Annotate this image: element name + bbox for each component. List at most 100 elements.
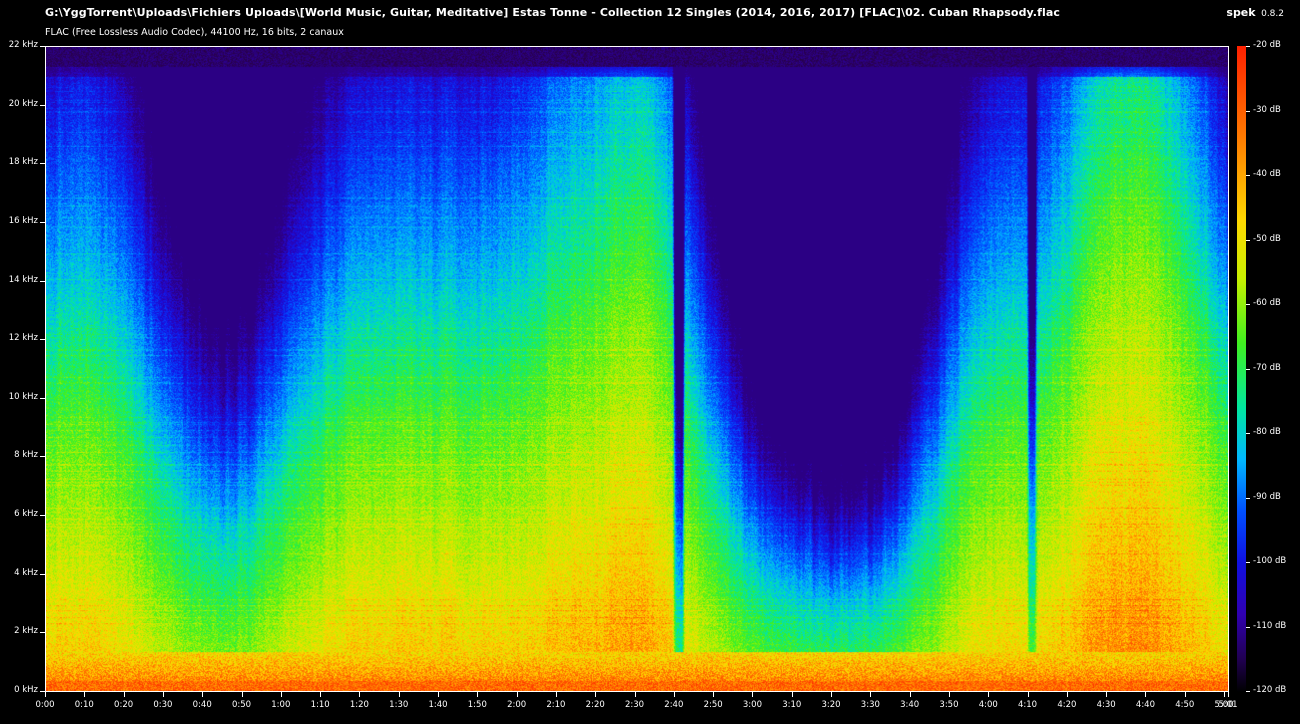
time-tick-label: 3:20 bbox=[821, 700, 841, 710]
time-tick-label: 2:40 bbox=[664, 700, 684, 710]
time-tick-mark bbox=[45, 692, 46, 697]
time-tick-label: 4:50 bbox=[1175, 700, 1195, 710]
time-tick-mark bbox=[555, 692, 557, 697]
db-tick-label: -20 dB bbox=[1253, 40, 1281, 50]
freq-tick-label: 10 kHz bbox=[8, 391, 38, 402]
freq-tick-mark bbox=[40, 221, 45, 223]
time-tick-mark bbox=[1145, 692, 1147, 697]
time-tick-mark bbox=[241, 692, 243, 697]
freq-tick-label: 12 kHz bbox=[8, 333, 38, 344]
time-tick-mark bbox=[516, 692, 518, 697]
time-tick-mark bbox=[1224, 692, 1226, 697]
time-tick-mark bbox=[988, 692, 990, 697]
time-tick-label: 4:40 bbox=[1135, 700, 1155, 710]
spek-window: G:\YggTorrent\Uploads\Fichiers Uploads\[… bbox=[0, 0, 1300, 724]
db-tick-mark bbox=[1246, 562, 1250, 563]
time-tick-label: 2:20 bbox=[585, 700, 605, 710]
freq-tick-label: 2 kHz bbox=[14, 626, 38, 637]
time-tick-label: 3:40 bbox=[900, 700, 920, 710]
time-tick-label: 0:10 bbox=[74, 700, 94, 710]
freq-tick-label: 8 kHz bbox=[14, 450, 38, 461]
db-tick-mark bbox=[1246, 433, 1250, 434]
db-tick-mark bbox=[1246, 110, 1250, 112]
freq-tick-label: 22 kHz bbox=[8, 40, 38, 50]
time-tick-label: 3:30 bbox=[860, 700, 880, 710]
db-tick-mark bbox=[1246, 304, 1250, 305]
time-tick-label: 1:10 bbox=[310, 700, 330, 710]
time-tick-mark bbox=[280, 692, 282, 697]
time-tick-label: 3:00 bbox=[742, 700, 762, 710]
db-tick-mark bbox=[1246, 691, 1250, 692]
time-tick-label: 1:40 bbox=[428, 700, 448, 710]
freq-tick-label: 20 kHz bbox=[8, 98, 38, 109]
file-path-title: G:\YggTorrent\Uploads\Fichiers Uploads\[… bbox=[45, 6, 1060, 19]
freq-tick-mark bbox=[40, 280, 45, 282]
time-tick-mark bbox=[909, 692, 911, 697]
time-tick-mark bbox=[359, 692, 361, 697]
db-tick-label: -50 dB bbox=[1253, 233, 1281, 244]
freq-tick-mark bbox=[40, 632, 45, 634]
time-tick-mark bbox=[162, 692, 164, 697]
db-tick-mark bbox=[1246, 497, 1250, 499]
freq-tick-label: 4 kHz bbox=[14, 567, 38, 578]
db-tick-label: -120 dB bbox=[1253, 685, 1287, 695]
time-tick-mark bbox=[202, 692, 204, 697]
time-tick-label: 0:20 bbox=[114, 700, 134, 710]
db-tick-label: -30 dB bbox=[1253, 104, 1281, 115]
time-tick-mark bbox=[123, 692, 125, 697]
freq-tick-label: 0 kHz bbox=[14, 685, 38, 695]
time-tick-mark bbox=[595, 692, 597, 697]
time-tick-label: 2:00 bbox=[507, 700, 527, 710]
db-tick-label: -70 dB bbox=[1253, 362, 1281, 373]
freq-tick-mark bbox=[40, 515, 45, 517]
time-tick-label: 4:30 bbox=[1096, 700, 1116, 710]
app-name: spek bbox=[1226, 6, 1256, 19]
db-tick-mark bbox=[1246, 239, 1250, 241]
time-tick-mark bbox=[1184, 692, 1186, 697]
time-tick-mark bbox=[673, 692, 675, 697]
freq-tick-mark bbox=[40, 339, 45, 341]
time-tick-label: 0:40 bbox=[192, 700, 212, 710]
time-tick-mark bbox=[752, 692, 754, 697]
time-tick-label: 4:00 bbox=[978, 700, 998, 710]
time-tick-mark bbox=[1027, 692, 1029, 697]
freq-tick-label: 6 kHz bbox=[14, 509, 38, 520]
db-tick-label: -100 dB bbox=[1253, 556, 1287, 566]
spectrogram-canvas[interactable] bbox=[46, 47, 1228, 691]
db-tick-mark bbox=[1246, 626, 1250, 628]
time-tick-mark bbox=[1106, 692, 1108, 697]
time-tick-label: 3:50 bbox=[939, 700, 959, 710]
app-badge: spek 0.8.2 bbox=[1226, 6, 1284, 19]
freq-tick-mark bbox=[40, 46, 45, 47]
time-tick-mark bbox=[477, 692, 479, 697]
freq-tick-label: 16 kHz bbox=[8, 215, 38, 226]
audio-format-info: FLAC (Free Lossless Audio Codec), 44100 … bbox=[45, 27, 344, 38]
time-tick-mark bbox=[1066, 692, 1068, 697]
time-tick-mark bbox=[870, 692, 872, 697]
time-tick-mark bbox=[320, 692, 322, 697]
time-tick-label: 1:50 bbox=[467, 700, 487, 710]
time-tick-mark bbox=[438, 692, 440, 697]
db-tick-mark bbox=[1246, 46, 1250, 47]
time-tick-label: 0:00 bbox=[35, 700, 55, 710]
time-tick-mark bbox=[634, 692, 636, 697]
time-tick-label: 2:30 bbox=[624, 700, 645, 710]
time-tick-mark bbox=[831, 692, 833, 697]
time-tick-mark bbox=[948, 692, 950, 697]
time-tick-label: 0:30 bbox=[153, 700, 173, 710]
time-tick-label: 5:01 bbox=[1218, 700, 1238, 710]
db-tick-label: -80 dB bbox=[1253, 427, 1281, 437]
db-tick-mark bbox=[1246, 175, 1250, 176]
time-tick-label: 1:30 bbox=[389, 700, 409, 710]
time-tick-label: 1:20 bbox=[349, 700, 369, 710]
spectrogram-plot[interactable] bbox=[45, 46, 1229, 692]
time-tick-label: 1:00 bbox=[271, 700, 291, 710]
freq-tick-label: 14 kHz bbox=[8, 274, 38, 285]
time-tick-label: 4:20 bbox=[1057, 700, 1077, 710]
time-tick-mark bbox=[398, 692, 400, 697]
db-tick-label: -40 dB bbox=[1253, 169, 1281, 179]
freq-tick-label: 18 kHz bbox=[8, 157, 38, 168]
db-tick-label: -90 dB bbox=[1253, 491, 1281, 502]
time-tick-label: 0:50 bbox=[231, 700, 252, 710]
freq-tick-mark bbox=[40, 163, 45, 165]
